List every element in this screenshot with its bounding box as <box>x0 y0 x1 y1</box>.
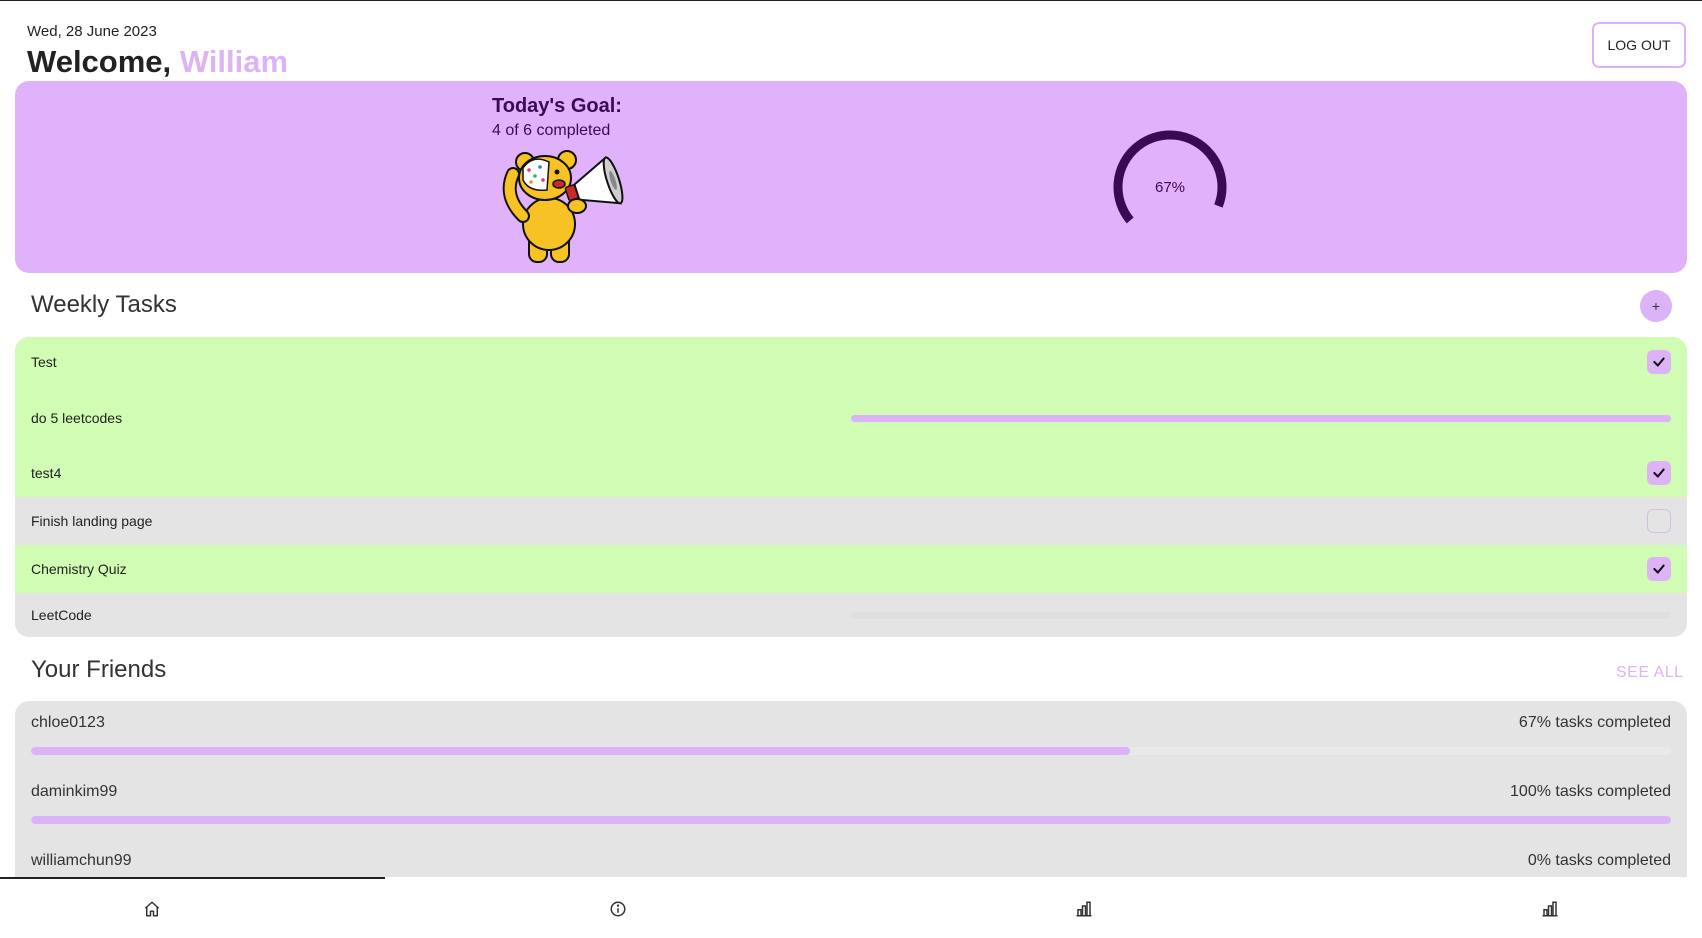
task-progress-fill <box>851 414 1671 422</box>
friend-progress-fill <box>31 747 1130 755</box>
task-label: Test <box>31 354 57 370</box>
task-label: LeetCode <box>31 607 92 623</box>
friends-list: chloe0123 67% tasks completed daminkim99 10… <box>15 701 1687 877</box>
todays-goal-card: Today's Goal: 4 of 6 completed 67% <box>15 81 1687 273</box>
task-label: do 5 leetcodes <box>31 410 123 426</box>
friend-completion-text: 0% tasks completed <box>1527 852 1671 869</box>
task-row: do 5 leetcodes <box>15 387 1687 449</box>
friend-completion-text: 67% tasks completed <box>1518 714 1671 731</box>
task-row: Finish landing page <box>15 497 1687 545</box>
task-row: LeetCode <box>15 593 1687 637</box>
window-top-border <box>0 0 1702 1</box>
task-row: test4 <box>15 449 1687 497</box>
friend-name: chloe0123 <box>31 714 105 731</box>
task-row: Chemistry Quiz <box>15 545 1687 593</box>
task-checkbox-checked[interactable] <box>1647 461 1671 485</box>
friend-completion-text: 100% tasks completed <box>1510 783 1671 800</box>
task-label: Finish landing page <box>31 513 153 529</box>
task-progress-bar <box>851 611 1671 619</box>
goal-title: Today's Goal: <box>492 95 622 117</box>
friend-name: williamchun99 <box>31 852 132 869</box>
check-icon <box>1653 468 1665 478</box>
friend-name: daminkim99 <box>31 783 118 800</box>
task-checkbox-checked[interactable] <box>1647 350 1671 374</box>
weekly-tasks-title: Weekly Tasks <box>31 291 177 318</box>
goal-progress-text: 4 of 6 completed <box>492 122 611 139</box>
task-row: Test <box>15 337 1687 387</box>
goal-progress-ring: 67% <box>1113 130 1227 244</box>
friend-progress-bar <box>31 747 1671 755</box>
task-progress-bar <box>851 414 1671 422</box>
home-icon[interactable] <box>140 897 164 921</box>
bar-chart-icon[interactable] <box>1538 897 1562 921</box>
welcome-heading: Welcome, William <box>27 44 288 80</box>
welcome-prefix: Welcome, <box>27 44 180 79</box>
task-checkbox-checked[interactable] <box>1647 557 1671 581</box>
bear-megaphone-icon <box>502 150 624 263</box>
bottom-navigation <box>0 877 1702 938</box>
logout-button[interactable]: LOG OUT <box>1592 22 1686 68</box>
nav-active-indicator <box>0 877 385 879</box>
your-friends-title: Your Friends <box>31 656 167 683</box>
check-icon <box>1653 357 1665 367</box>
weekly-task-list: Test do 5 leetcodes test4 Finish landing pa… <box>15 337 1687 637</box>
friend-progress-bar <box>31 816 1671 824</box>
task-label: Chemistry Quiz <box>31 561 127 577</box>
friend-progress-fill <box>31 816 1671 824</box>
task-checkbox[interactable] <box>1647 509 1671 533</box>
check-icon <box>1653 564 1665 574</box>
task-label: test4 <box>31 465 62 481</box>
bar-chart-icon[interactable] <box>1072 897 1096 921</box>
info-icon[interactable] <box>606 897 630 921</box>
add-task-button[interactable]: + <box>1640 290 1672 322</box>
see-all-friends-link[interactable]: SEE ALL <box>1616 664 1684 682</box>
goal-percent-label: 67% <box>1155 179 1185 196</box>
user-name: William <box>179 44 289 79</box>
current-date: Wed, 28 June 2023 <box>27 23 157 40</box>
